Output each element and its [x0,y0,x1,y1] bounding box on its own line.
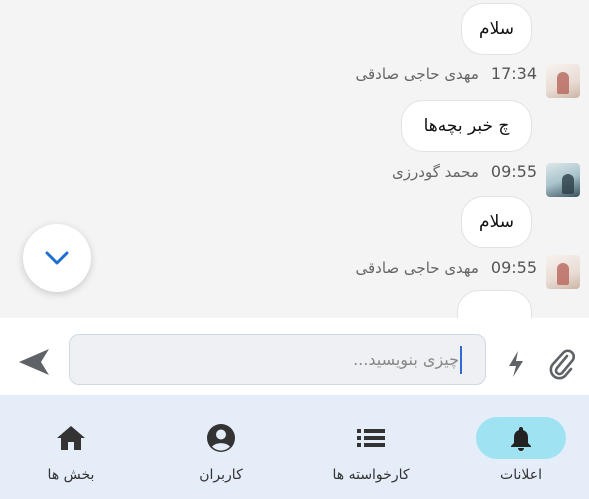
message-bubble[interactable]: سلام [461,196,532,248]
avatar[interactable] [546,255,580,289]
bell-icon [511,427,531,451]
scroll-to-bottom-button[interactable] [23,224,91,292]
bottom-navigation: اعلانات کارخواسته ها کاربران بخش ها [0,395,589,499]
message-text: چ خبر بچه‌ها [423,116,510,136]
message-time: 17:34 [490,64,537,83]
message-bubble[interactable] [457,290,532,318]
nav-item-notifications[interactable]: اعلانات [451,395,589,499]
avatar[interactable] [546,163,580,197]
attach-button[interactable] [548,347,576,381]
send-icon [19,349,49,375]
nav-label: بخش ها [47,467,95,483]
message-text: سلام [479,19,514,39]
message-bubble[interactable]: سلام [461,3,532,55]
nav-label: کاربران [199,467,243,483]
message-meta: محمد گودرزی 09:55 [392,162,537,181]
message-meta: مهدی حاجی صادقی 09:55 [356,258,538,277]
flash-icon [509,351,523,377]
message-time: 09:55 [490,162,537,181]
message-list[interactable]: سلام مهدی حاجی صادقی 17:34 چ خبر بچه‌ها … [0,0,589,318]
avatar[interactable] [546,64,580,98]
send-button[interactable] [17,346,51,378]
chevron-down-icon [45,251,69,265]
nav-label: کارخواسته ها [332,467,410,483]
message-bubble[interactable]: چ خبر بچه‌ها [401,100,532,152]
nav-item-users[interactable]: کاربران [151,395,291,499]
nav-item-requests[interactable]: کارخواسته ها [301,395,441,499]
message-time: 09:55 [490,258,537,277]
list-icon [357,429,385,447]
message-text: سلام [479,212,514,232]
account-circle-icon [207,424,235,452]
text-caret [460,346,462,374]
quick-reply-button[interactable] [505,350,527,378]
nav-item-sections[interactable]: بخش ها [1,395,141,499]
home-icon [57,426,85,450]
sender-name: مهدی حاجی صادقی [355,258,479,277]
message-meta: مهدی حاجی صادقی 17:34 [356,64,538,83]
sender-name: محمد گودرزی [392,162,479,181]
message-input-box[interactable] [69,334,486,385]
nav-label: اعلانات [500,467,542,483]
sender-name: مهدی حاجی صادقی [355,64,479,83]
paperclip-icon [549,349,575,380]
message-input[interactable] [82,335,459,384]
